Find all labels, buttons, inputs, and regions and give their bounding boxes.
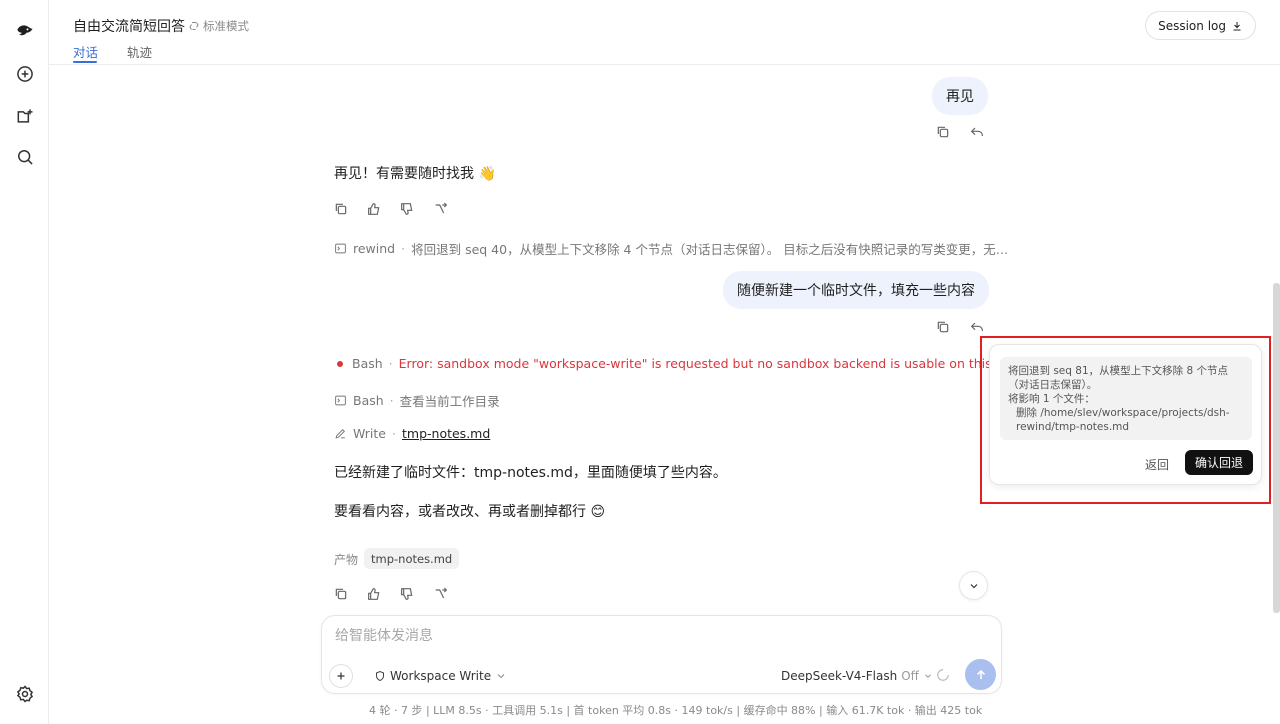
chevron-down-icon: [497, 674, 505, 679]
loading-spinner-icon: [937, 669, 949, 681]
mode-badge: 标准模式: [188, 18, 249, 34]
confirm-rewind-button[interactable]: 确认回退: [1185, 450, 1253, 475]
thumbs-up-icon[interactable]: [366, 201, 382, 217]
page-title: 自由交流简短回答: [73, 19, 185, 35]
tool-call-rewind[interactable]: rewind · 将回退到 seq 40，从模型上下文移除 4 个节点（对话日志…: [334, 239, 1008, 258]
chevron-down-icon: [970, 583, 977, 588]
pencil-icon: [335, 429, 345, 439]
tool-name: Bash: [352, 356, 383, 371]
user-message: 随便新建一个临时文件，填充一些内容: [723, 271, 989, 309]
session-log-button[interactable]: Session log: [1145, 11, 1256, 40]
assistant-message: 再见！有需要随时找我 👋: [334, 166, 496, 182]
attach-button[interactable]: [329, 664, 353, 688]
recycle-icon: [189, 22, 199, 30]
terminal-icon: [335, 243, 346, 254]
tool-name: rewind: [353, 241, 396, 256]
message-composer: Workspace Write DeepSeek-V4-Flash Off: [321, 615, 1002, 694]
thinking-toggle-label: Off: [901, 669, 919, 683]
active-tab-indicator: [73, 61, 97, 63]
scrollbar-thumb[interactable]: [1273, 283, 1280, 613]
chevron-down-icon: [925, 674, 931, 678]
session-stats: 4 轮 · 7 步 | LLM 8.5s · 工具调用 5.1s | 首 tok…: [369, 704, 983, 717]
workspace-mode-select[interactable]: Workspace Write: [374, 669, 507, 683]
branch-icon[interactable]: [433, 201, 449, 217]
separator: ·: [392, 426, 396, 441]
copy-icon[interactable]: [935, 124, 951, 140]
assistant-message: 已经新建了临时文件：tmp-notes.md，里面随便填了些内容。: [334, 465, 727, 481]
branch-icon[interactable]: [433, 586, 449, 602]
separator: ·: [389, 393, 394, 408]
rewind-icon[interactable]: [969, 124, 985, 140]
new-chat-icon[interactable]: [12, 61, 38, 87]
separator: ·: [401, 241, 406, 256]
tool-call-write[interactable]: Write · tmp-notes.md: [334, 426, 490, 441]
artifact-label: 产物: [334, 553, 359, 567]
tab-trace[interactable]: 轨迹: [127, 42, 152, 61]
copy-icon[interactable]: [333, 586, 349, 602]
assistant-message: 要看看内容，或者改改、再或者删掉都行 😊: [334, 504, 606, 520]
rewind-confirm-popup: 将回退到 seq 81，从模型上下文移除 8 个节点（对话日志保留）。 将影响 …: [989, 344, 1262, 485]
download-icon: [1233, 21, 1241, 30]
tool-name: Write: [353, 426, 387, 441]
tool-name: Bash: [353, 393, 384, 408]
tool-call-bash-error[interactable]: Bash · Error: sandbox mode "workspace-wr…: [334, 356, 1086, 371]
send-button[interactable]: [965, 659, 996, 690]
model-select[interactable]: DeepSeek-V4-Flash Off: [781, 669, 933, 683]
thumbs-down-icon[interactable]: [399, 201, 415, 217]
add-project-icon[interactable]: [12, 103, 38, 129]
copy-icon[interactable]: [333, 201, 349, 217]
tool-description: 查看当前工作目录: [399, 394, 500, 409]
chat-header: 自由交流简短回答 标准模式 对话 轨迹 Session log: [49, 0, 1280, 65]
thumbs-up-icon[interactable]: [366, 586, 382, 602]
arrow-up-icon: [976, 669, 985, 679]
message-input[interactable]: [335, 628, 975, 644]
terminal-icon: [335, 395, 346, 406]
rewind-icon[interactable]: [969, 319, 985, 335]
artifact-chip[interactable]: tmp-notes.md: [364, 548, 460, 569]
session-log-label: Session log: [1158, 18, 1226, 33]
tab-chat[interactable]: 对话: [73, 42, 98, 61]
scroll-to-bottom-button[interactable]: [959, 571, 988, 600]
rewind-info-affected: 将影响 1 个文件：: [1008, 393, 1095, 405]
rewind-info-summary: 将回退到 seq 81，从模型上下文移除 8 个节点（对话日志保留）。: [1008, 365, 1228, 391]
tool-description: 将回退到 seq 40，从模型上下文移除 4 个节点（对话日志保留）。 目标之后…: [411, 242, 1009, 257]
workspace-mode-label: Workspace Write: [390, 669, 492, 683]
left-rail: [0, 0, 49, 724]
separator: ·: [388, 356, 393, 371]
rewind-info: 将回退到 seq 81，从模型上下文移除 8 个节点（对话日志保留）。 将影响 …: [1000, 357, 1252, 440]
thumbs-down-icon[interactable]: [399, 586, 415, 602]
logo-icon[interactable]: [12, 18, 38, 44]
rewind-info-file: 删除 /home/slev/workspace/projects/dsh-rew…: [1016, 407, 1230, 433]
model-label: DeepSeek-V4-Flash: [781, 669, 898, 683]
error-dot-icon: [337, 360, 343, 367]
tool-call-bash[interactable]: Bash · 查看当前工作目录: [334, 391, 500, 410]
search-icon[interactable]: [12, 144, 38, 170]
user-message: 再见: [932, 77, 988, 115]
app-window: 自由交流简短回答 标准模式 对话 轨迹 Session log 再见 再见！有需…: [0, 0, 1280, 724]
back-button[interactable]: 返回: [1145, 456, 1169, 473]
plus-icon: [337, 672, 345, 680]
settings-icon[interactable]: [12, 681, 38, 707]
file-link[interactable]: tmp-notes.md: [402, 426, 490, 441]
mode-label: 标准模式: [203, 19, 249, 33]
copy-icon[interactable]: [935, 319, 951, 335]
shield-icon: [376, 670, 384, 682]
